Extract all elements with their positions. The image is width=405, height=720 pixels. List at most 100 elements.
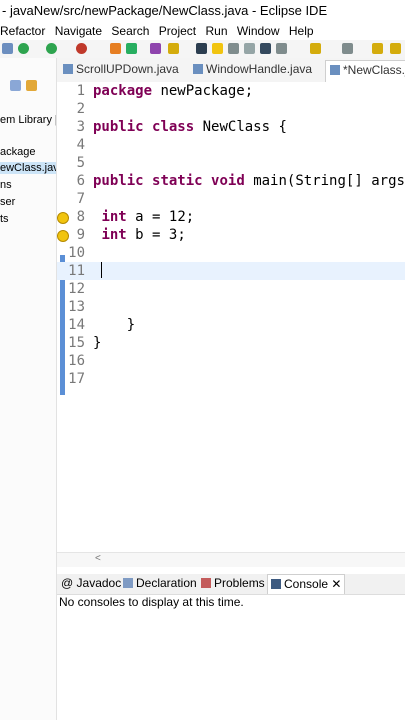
code-line[interactable]: 5	[57, 154, 405, 172]
code-line[interactable]: 14 }	[57, 316, 405, 334]
link-icon[interactable]	[2, 43, 13, 54]
show-whitespace-icon[interactable]	[244, 43, 255, 54]
line-number: 4	[76, 137, 85, 153]
prev-annotation-icon[interactable]	[342, 43, 353, 54]
line-number: 2	[76, 101, 85, 117]
menu-run[interactable]: Run	[206, 24, 228, 38]
new-package-icon[interactable]	[110, 43, 121, 54]
debug-run-icon[interactable]	[46, 43, 57, 54]
tab-newclass[interactable]: *NewClass.ja	[325, 60, 405, 82]
code-text: }	[93, 335, 102, 351]
code-line[interactable]: 16	[57, 352, 405, 370]
code-line[interactable]: 13	[57, 298, 405, 316]
code-text: package newPackage;	[93, 83, 254, 99]
tree-item-4[interactable]: ser	[0, 196, 15, 208]
warning-icon[interactable]	[57, 230, 69, 242]
highlight-icon[interactable]	[212, 43, 223, 54]
code-editor[interactable]: 1 package newPackage; 2 3 public class NewCl…	[57, 82, 405, 560]
menu-navigate[interactable]: Navigate	[55, 24, 102, 38]
menu-window[interactable]: Window	[237, 24, 280, 38]
java-file-icon	[330, 65, 340, 75]
scroll-left-icon[interactable]: <	[95, 553, 101, 564]
text-caret	[101, 262, 102, 278]
code-line[interactable]: 3 public class NewClass {	[57, 118, 405, 136]
line-number: 3	[76, 119, 85, 135]
code-line[interactable]: 17	[57, 370, 405, 388]
code-line[interactable]: 10	[57, 244, 405, 262]
warning-icon[interactable]	[57, 212, 69, 224]
code-line[interactable]: 2	[57, 100, 405, 118]
package-explorer: em Library [ ackage ewClass.java ns ser …	[0, 58, 57, 720]
coverage-icon[interactable]	[76, 43, 87, 54]
line-number: 6	[76, 173, 85, 189]
window-title: - javaNew/src/newPackage/NewClass.java -…	[0, 0, 405, 22]
line-number: 7	[76, 191, 85, 207]
javadoc-icon: @	[61, 576, 74, 590]
editor-horizontal-scrollbar[interactable]: <	[57, 552, 405, 567]
problems-icon	[201, 578, 211, 588]
collapse-all-icon[interactable]	[10, 80, 21, 91]
code-line[interactable]: 7	[57, 190, 405, 208]
tab-javadoc[interactable]: @ Javadoc	[61, 576, 121, 590]
tab-label: ScrollUPDown.java	[76, 62, 179, 76]
tab-label: Declaration	[136, 576, 197, 590]
menu-refactor[interactable]: Refactor	[0, 24, 45, 38]
line-number: 14	[68, 317, 85, 333]
menu-help[interactable]: Help	[289, 24, 314, 38]
tree-item-package[interactable]: ackage	[0, 146, 35, 158]
link-with-editor-icon[interactable]	[26, 80, 37, 91]
menu-search[interactable]: Search	[111, 24, 149, 38]
paragraph-icon[interactable]	[260, 43, 271, 54]
code-line[interactable]: 1 package newPackage;	[57, 82, 405, 100]
java-file-icon	[193, 64, 203, 74]
tab-label: Javadoc	[76, 576, 122, 590]
line-number: 1	[76, 83, 85, 99]
toggle-mark-icon[interactable]	[196, 43, 207, 54]
forward-icon[interactable]	[390, 43, 401, 54]
code-line[interactable]: 12	[57, 280, 405, 298]
bottom-view-tabs: @ Javadoc Declaration Problems Console ✕	[57, 574, 405, 595]
open-type-icon[interactable]	[150, 43, 161, 54]
code-line[interactable]: 8 int a = 12;	[57, 208, 405, 226]
editor-tabs: ScrollUPDown.java WindowHandle.java *New…	[57, 58, 405, 83]
new-class-icon[interactable]	[126, 43, 137, 54]
search-icon[interactable]	[168, 43, 179, 54]
code-line[interactable]: 9 int b = 3;	[57, 226, 405, 244]
run-icon[interactable]	[18, 43, 29, 54]
tab-windowhandle[interactable]: WindowHandle.java	[193, 62, 312, 76]
tree-item-library[interactable]: em Library [	[0, 114, 56, 126]
code-line[interactable]: 11	[57, 262, 405, 280]
code-line[interactable]: 6 public static void main(String[] args)	[57, 172, 405, 190]
tab-label: WindowHandle.java	[206, 62, 313, 76]
line-number: 10	[68, 245, 85, 261]
tab-label: Problems	[214, 576, 265, 590]
tab-scrollupdown[interactable]: ScrollUPDown.java	[63, 62, 179, 76]
code-line[interactable]: 15}	[57, 334, 405, 352]
menu-project[interactable]: Project	[159, 24, 196, 38]
line-number: 5	[76, 155, 85, 171]
code-text: }	[126, 317, 136, 333]
tab-console[interactable]: Console ✕	[267, 574, 346, 594]
line-number: 12	[68, 281, 85, 297]
tab-declaration[interactable]: Declaration	[123, 576, 197, 590]
tab-problems[interactable]: Problems	[201, 576, 265, 590]
annotation-icon[interactable]	[276, 43, 287, 54]
line-number: 11	[68, 263, 85, 279]
block-selection-icon[interactable]	[228, 43, 239, 54]
code-text	[101, 262, 102, 280]
declaration-icon	[123, 578, 133, 588]
tree-item-3[interactable]: ns	[0, 179, 12, 191]
code-text: int a = 12;	[101, 209, 195, 225]
back-icon[interactable]	[372, 43, 383, 54]
next-annotation-icon[interactable]	[310, 43, 321, 54]
tab-label: *NewClass.ja	[343, 63, 405, 77]
tree-item-5[interactable]: ts	[0, 213, 9, 225]
tree-item-newclass[interactable]: ewClass.java	[0, 162, 56, 174]
line-number: 16	[68, 353, 85, 369]
code-line[interactable]: 4	[57, 136, 405, 154]
menu-bar: Refactor Navigate Search Project Run Win…	[0, 22, 405, 40]
console-view: No consoles to display at this time.	[57, 595, 405, 720]
close-icon[interactable]: ✕	[331, 577, 341, 591]
line-number: 17	[68, 371, 85, 387]
code-text: public static void main(String[] args)	[93, 173, 405, 189]
